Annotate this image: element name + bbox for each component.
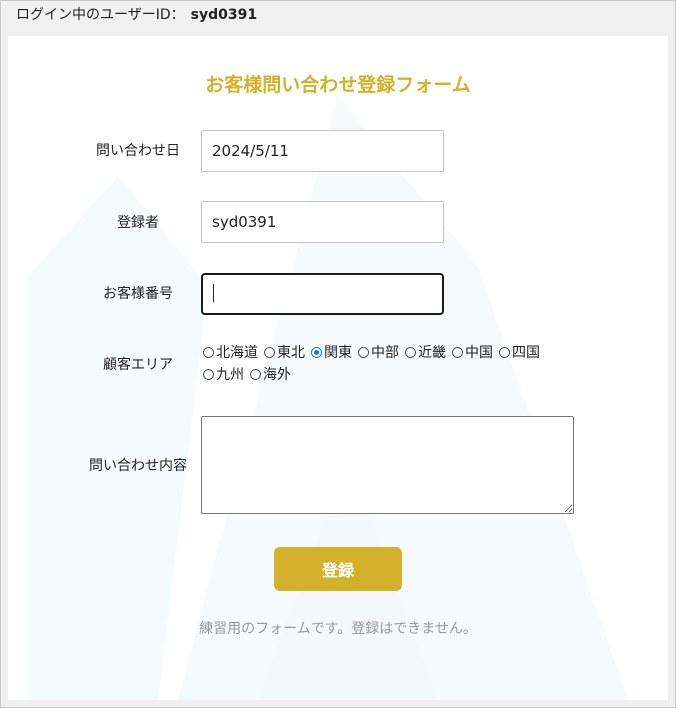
browser-frame: ログイン中のユーザーID： syd0391 お客様問い合わせ登録フォーム 問い合わ…: [0, 0, 676, 708]
register-button[interactable]: 登録: [274, 547, 402, 591]
radio-button[interactable]: [203, 347, 214, 358]
inquiry-content-label: 問い合わせ内容: [89, 458, 187, 474]
radio-button[interactable]: [358, 347, 369, 358]
area-option-label: 中部: [371, 345, 399, 361]
radio-button[interactable]: [452, 347, 463, 358]
area-option-label: 北海道: [216, 345, 258, 361]
area-option-label: 東北: [277, 345, 305, 361]
area-option[interactable]: 中国: [452, 342, 493, 364]
login-status-bar: ログイン中のユーザーID： syd0391: [16, 6, 257, 24]
text-caret: [213, 284, 214, 302]
area-option[interactable]: 近畿: [405, 342, 446, 364]
area-option[interactable]: 北海道: [203, 342, 258, 364]
radio-button[interactable]: [250, 369, 261, 380]
radio-button[interactable]: [499, 347, 510, 358]
area-option-label: 近畿: [418, 345, 446, 361]
radio-line: 北海道 東北 関東 中部 近畿 中国 四国: [203, 342, 623, 364]
area-option-label: 関東: [324, 345, 352, 361]
customer-area-label: 顧客エリア: [103, 357, 173, 373]
login-user-id: syd0391: [190, 7, 258, 23]
area-option[interactable]: 九州: [203, 364, 244, 386]
radio-button[interactable]: [311, 347, 322, 358]
practice-notice: 練習用のフォームです。登録はできません。: [199, 621, 477, 637]
area-option[interactable]: 東北: [264, 342, 305, 364]
area-option-label: 中国: [465, 345, 493, 361]
login-label: ログイン中のユーザーID：: [16, 7, 185, 23]
customer-number-field[interactable]: [201, 273, 444, 315]
form-card: お客様問い合わせ登録フォーム 問い合わせ日 登録者 お客様番号 顧客エリア 北海…: [8, 36, 668, 700]
area-option[interactable]: 四国: [499, 342, 540, 364]
registrant-label: 登録者: [117, 215, 159, 231]
inquiry-date-label: 問い合わせ日: [96, 143, 180, 159]
inquiry-date-field[interactable]: [201, 130, 444, 172]
customer-number-label: お客様番号: [103, 286, 173, 302]
area-option-label: 海外: [263, 367, 291, 383]
area-option-label: 四国: [512, 345, 540, 361]
radio-button[interactable]: [405, 347, 416, 358]
customer-area-radio-group: 北海道 東北 関東 中部 近畿 中国 四国九州 海外: [203, 342, 623, 386]
form-title: お客様問い合わせ登録フォーム: [205, 74, 471, 96]
area-option[interactable]: 中部: [358, 342, 399, 364]
radio-button[interactable]: [264, 347, 275, 358]
area-option[interactable]: 海外: [250, 364, 291, 386]
area-option[interactable]: 関東: [311, 342, 352, 364]
inquiry-content-textarea[interactable]: [201, 416, 574, 514]
registrant-field[interactable]: [201, 201, 444, 243]
radio-line: 九州 海外: [203, 364, 623, 386]
area-option-label: 九州: [216, 367, 244, 383]
radio-button[interactable]: [203, 369, 214, 380]
